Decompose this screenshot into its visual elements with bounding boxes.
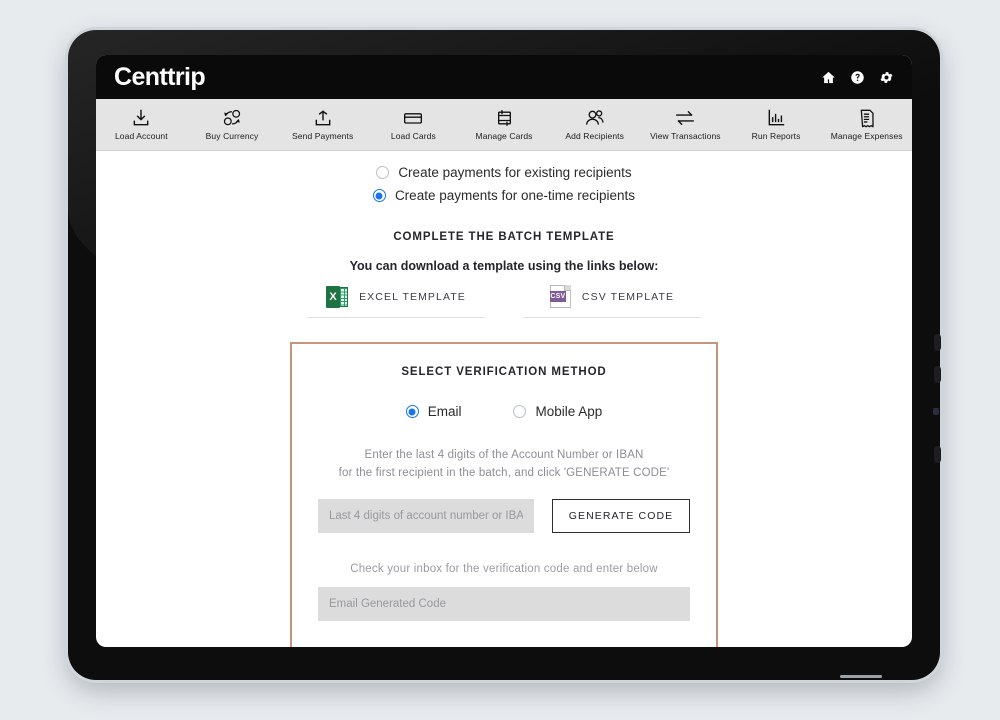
toolbar-item-load-account[interactable]: Load Account (96, 99, 187, 150)
verification-code-input[interactable] (318, 586, 690, 621)
radio-label: Mobile App (535, 404, 603, 419)
verification-panel: SELECT VERIFICATION METHOD Email Mobile … (290, 342, 718, 647)
buy-currency-icon (221, 108, 243, 128)
radio-method-mobile-app[interactable]: Mobile App (513, 404, 602, 419)
toolbar-item-add-recipients[interactable]: Add Recipients (549, 99, 640, 150)
template-link-label: CSV TEMPLATE (581, 290, 675, 303)
manage-cards-icon (494, 108, 515, 128)
help-icon[interactable] (850, 70, 865, 85)
toolbar-item-buy-currency[interactable]: Buy Currency (187, 99, 278, 150)
device-speaker-grille (840, 675, 882, 678)
csv-file-icon: CSV (549, 285, 571, 308)
toolbar-item-label: Load Cards (390, 131, 436, 141)
manage-expenses-icon (857, 108, 876, 128)
excel-template-link[interactable]: X EXCEL TEMPLATE (307, 285, 485, 318)
volume-up-button[interactable] (934, 334, 941, 351)
toolbar-item-manage-expenses[interactable]: Manage Expenses (821, 99, 912, 150)
toolbar-item-label: Load Account (114, 131, 168, 141)
radio-indicator-icon (376, 166, 390, 179)
template-link-label: EXCEL TEMPLATE (359, 290, 466, 303)
radio-label: Create payments for one-time recipients (394, 188, 636, 203)
recipient-mode-radio-group: Create payments for existing recipients … (96, 165, 912, 203)
device-side-buttons[interactable] (934, 310, 941, 485)
toolbar-item-label: Manage Cards (475, 131, 533, 141)
radio-indicator-icon (372, 189, 386, 202)
load-cards-icon (402, 108, 424, 128)
radio-method-email[interactable]: Email (405, 404, 462, 419)
verification-method-radio-group: Email Mobile App (318, 404, 690, 419)
batch-template-title: COMPLETE THE BATCH TEMPLATE (393, 231, 615, 243)
radio-existing-recipients[interactable]: Create payments for existing recipients (376, 165, 632, 180)
account-digits-input[interactable] (318, 498, 534, 533)
verification-panel-title: SELECT VERIFICATION METHOD (401, 366, 607, 378)
app-screen: Centtrip Load Account Buy Currency Send … (96, 55, 912, 647)
run-reports-icon (766, 108, 786, 128)
toolbar-item-label: View Transactions (650, 131, 721, 141)
app-header: Centtrip (96, 55, 912, 99)
send-payments-icon (313, 108, 333, 128)
view-transactions-icon (674, 108, 696, 128)
radio-one-time-recipients[interactable]: Create payments for one-time recipients (372, 188, 636, 203)
toolbar-item-manage-cards[interactable]: Manage Cards (459, 99, 550, 150)
excel-icon-letter: X (326, 285, 341, 308)
csv-template-link[interactable]: CSV CSV TEMPLATE (523, 285, 701, 318)
verification-instructions: Enter the last 4 digits of the Account N… (318, 447, 690, 483)
excel-file-icon: X (326, 285, 349, 308)
content-area: Create payments for existing recipients … (96, 151, 912, 647)
tablet-device-frame: Centtrip Load Account Buy Currency Send … (68, 30, 941, 680)
toolbar-item-label: Send Payments (292, 131, 354, 141)
instruction-line-1: Enter the last 4 digits of the Account N… (364, 449, 644, 461)
code-request-row: GENERATE CODE (318, 498, 690, 533)
volume-down-button[interactable] (934, 366, 941, 383)
header-actions (821, 70, 894, 85)
toolbar-item-label: Add Recipients (565, 131, 624, 141)
template-download-links: X EXCEL TEMPLATE CSV CSV TEMPLATE (96, 285, 912, 318)
power-button[interactable] (934, 446, 941, 463)
home-icon[interactable] (821, 70, 836, 85)
load-account-icon (131, 108, 151, 128)
toolbar-item-view-transactions[interactable]: View Transactions (640, 99, 731, 150)
csv-icon-label: CSV (549, 291, 566, 302)
device-side-port (933, 408, 939, 415)
batch-template-subtitle: You can download a template using the li… (349, 259, 659, 273)
toolbar-item-label: Run Reports (751, 131, 801, 141)
toolbar-item-send-payments[interactable]: Send Payments (277, 99, 368, 150)
toolbar-item-label: Buy Currency (205, 131, 259, 141)
instruction-line-2: for the first recipient in the batch, an… (338, 466, 670, 479)
radio-indicator-icon (513, 405, 527, 418)
inbox-instruction: Check your inbox for the verification co… (350, 562, 658, 575)
toolbar-item-load-cards[interactable]: Load Cards (368, 99, 459, 150)
settings-gear-icon[interactable] (879, 70, 894, 85)
generate-code-button[interactable]: GENERATE CODE (552, 498, 690, 533)
toolbar-item-run-reports[interactable]: Run Reports (731, 99, 822, 150)
add-recipients-icon (584, 108, 606, 128)
brand-logo: Centtrip (114, 62, 206, 91)
radio-label: Create payments for existing recipients (398, 165, 632, 180)
toolbar-item-label: Manage Expenses (830, 131, 903, 141)
radio-indicator-icon (405, 405, 419, 418)
main-toolbar: Load Account Buy Currency Send Payments … (96, 99, 912, 151)
radio-label: Email (427, 404, 462, 419)
